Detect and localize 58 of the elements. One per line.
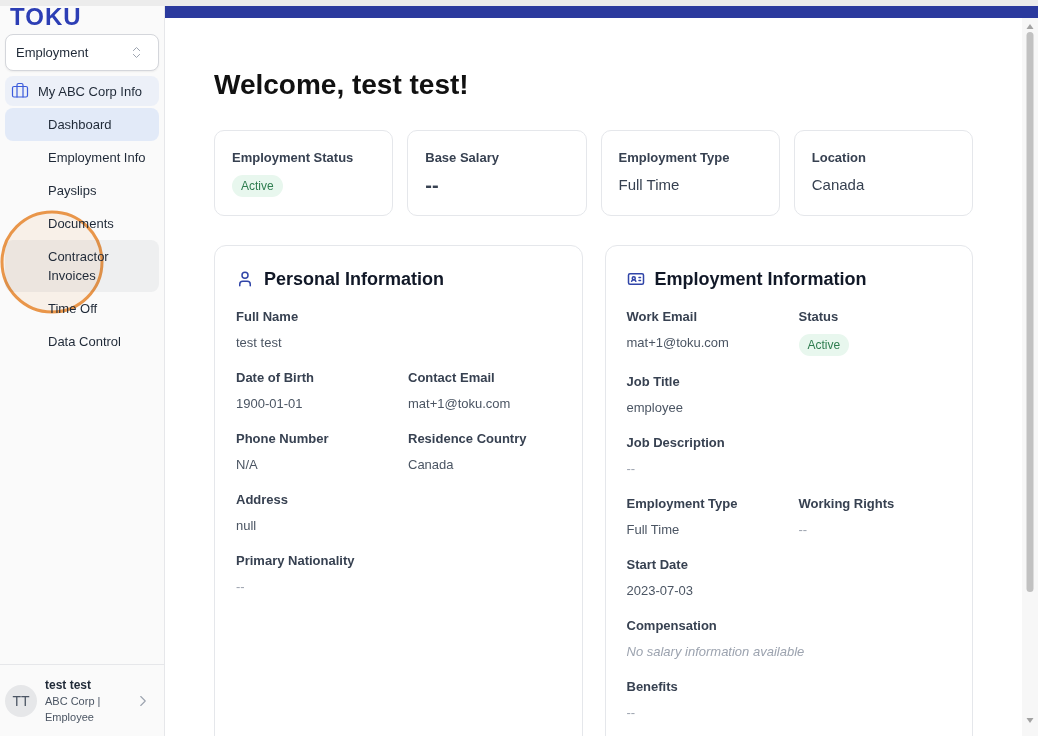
field-label: Residence Country bbox=[408, 430, 527, 448]
field-value: -- bbox=[626, 704, 636, 722]
summary-label: Location bbox=[811, 149, 866, 167]
field-value: 1900-01-01 bbox=[236, 395, 303, 413]
field-value: -- bbox=[236, 578, 245, 596]
field-value: mat+1@toku.com bbox=[626, 334, 729, 352]
field-label: Work Email bbox=[626, 308, 698, 326]
field-value: -- bbox=[798, 521, 808, 539]
field-value: mat+1@toku.com bbox=[408, 395, 511, 413]
field-label: Status bbox=[798, 308, 839, 326]
summary-value: Full Time bbox=[618, 175, 680, 195]
status-badge: Active bbox=[232, 175, 283, 197]
nav-item[interactable]: Employment Info bbox=[5, 141, 159, 174]
logo: TOKU bbox=[9, 6, 82, 28]
field-label: Job Title bbox=[626, 373, 680, 391]
summary-label: Employment Status bbox=[232, 149, 354, 167]
summary-label: Employment Type bbox=[618, 149, 730, 167]
field-value: -- bbox=[626, 460, 636, 478]
field-label: Job Description bbox=[626, 434, 725, 452]
field-label: Benefits bbox=[626, 678, 678, 696]
field-value: employee bbox=[626, 399, 683, 417]
summary-label: Base Salary bbox=[425, 149, 499, 167]
section-select[interactable]: Employment bbox=[5, 34, 159, 71]
field-value: test test bbox=[236, 334, 282, 352]
field-label: Full Name bbox=[236, 308, 299, 326]
nav-group-item[interactable]: My ABC Corp Info bbox=[5, 76, 159, 106]
field-label: Address bbox=[236, 491, 289, 509]
field-value: No salary information available bbox=[626, 643, 805, 661]
page-title: Welcome, test test! bbox=[214, 68, 470, 102]
field-label: Contact Email bbox=[408, 369, 495, 387]
panel-title: Personal Information bbox=[264, 268, 445, 291]
field-value: 2023-07-03 bbox=[626, 582, 693, 600]
panel-title: Employment Information bbox=[654, 268, 867, 291]
scrollbar[interactable] bbox=[1022, 18, 1038, 736]
field-value: Canada bbox=[408, 456, 454, 474]
summary-value: Canada bbox=[811, 175, 865, 195]
nav-item[interactable]: Payslips bbox=[5, 174, 159, 207]
field-value: null bbox=[236, 517, 257, 535]
field-value: Full Time bbox=[626, 521, 680, 539]
field-label: Phone Number bbox=[236, 430, 329, 448]
field-label: Start Date bbox=[626, 556, 688, 574]
user-avatar: TT bbox=[5, 684, 37, 717]
field-label: Employment Type bbox=[626, 495, 738, 513]
id-card-icon bbox=[626, 270, 645, 288]
user-profile-bar[interactable]: TT test test ABC Corp | Employee bbox=[0, 664, 164, 736]
field-label: Primary Nationality bbox=[236, 552, 355, 570]
nav-item[interactable]: Data Control bbox=[5, 325, 159, 358]
user-name: test test bbox=[45, 676, 92, 693]
user-details: ABC Corp | Employee bbox=[45, 693, 102, 725]
summary-value: -- bbox=[425, 175, 439, 195]
field-label: Compensation bbox=[626, 617, 717, 635]
briefcase-icon bbox=[11, 82, 29, 100]
field-value: N/A bbox=[236, 456, 258, 474]
status-badge: Active bbox=[798, 334, 850, 356]
person-icon bbox=[236, 270, 254, 288]
field-label: Working Rights bbox=[798, 495, 895, 513]
nav-item[interactable]: Dashboard bbox=[5, 108, 159, 141]
field-label: Date of Birth bbox=[236, 369, 314, 387]
